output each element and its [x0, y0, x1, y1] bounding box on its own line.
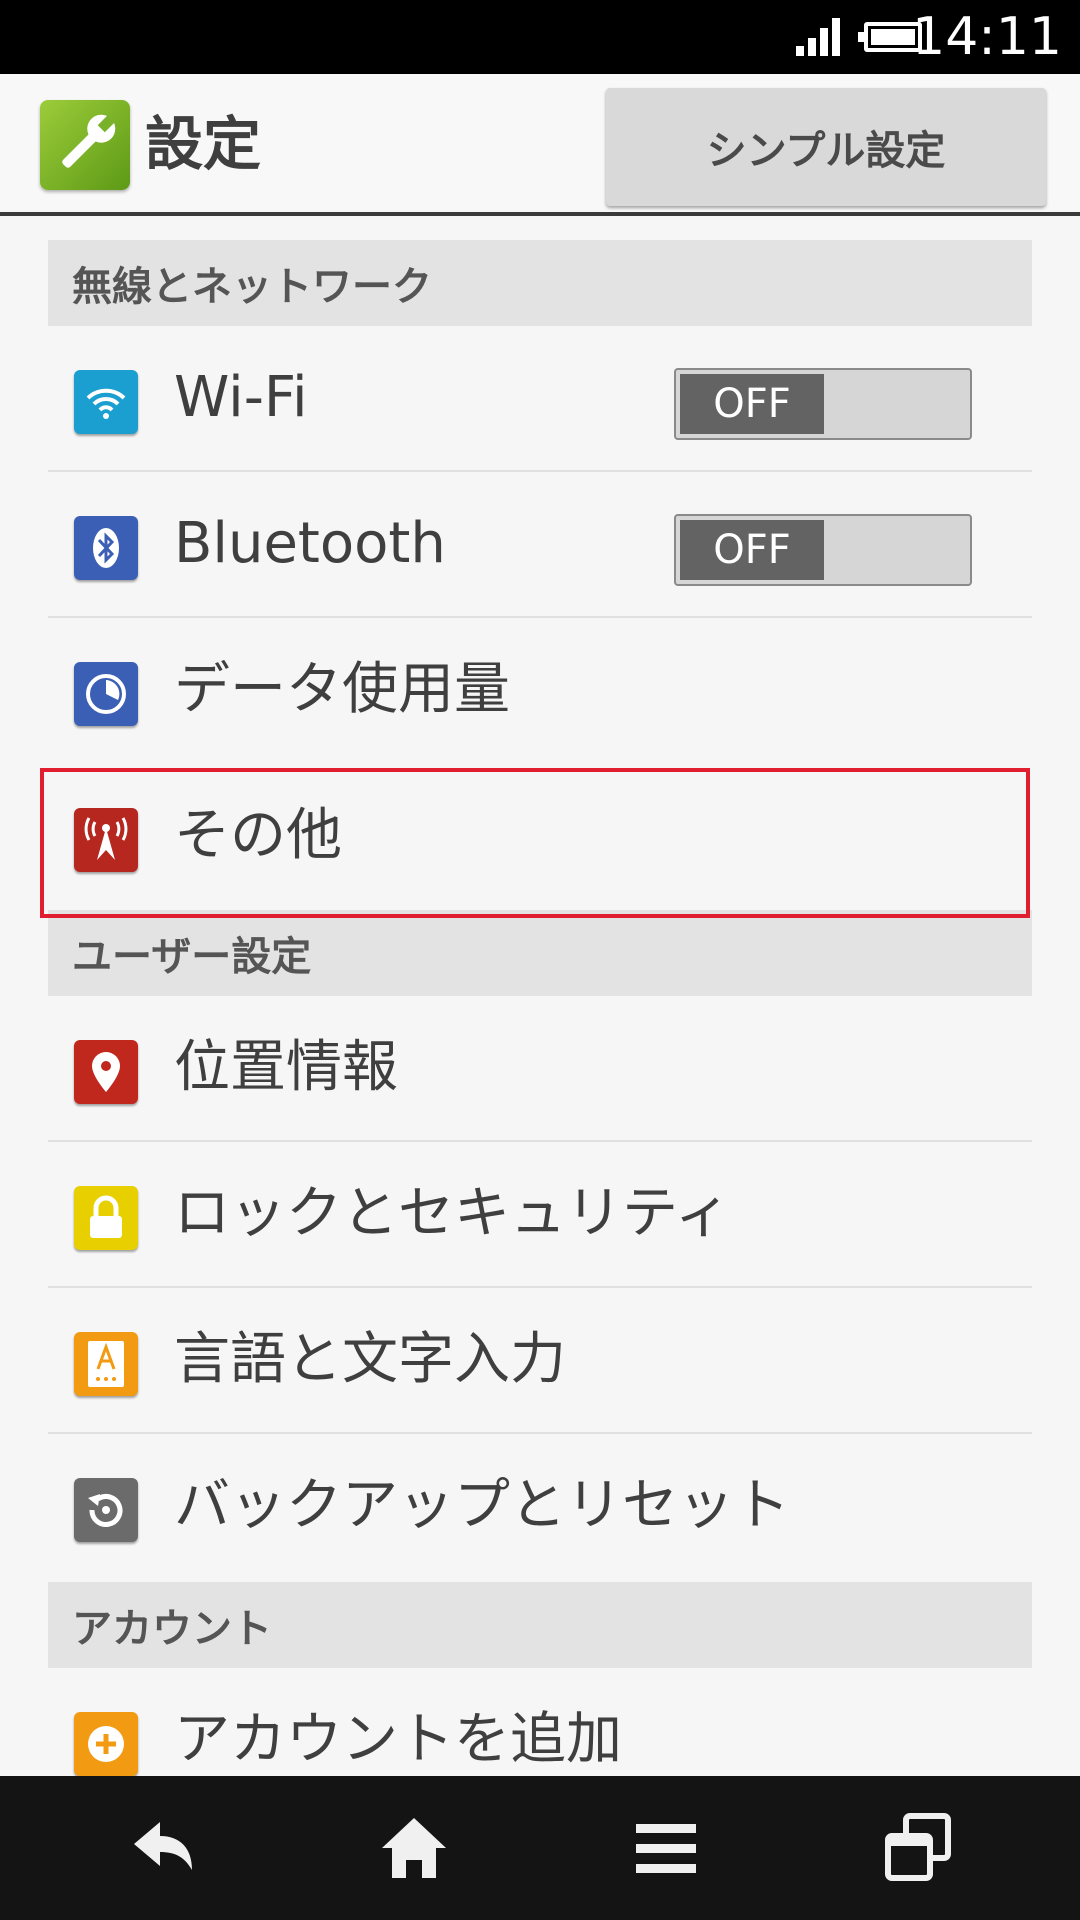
add-account-icon [74, 1712, 138, 1776]
settings-item-label: ロックとセキュリティ [174, 1181, 731, 1246]
toggle-state: OFF [680, 374, 824, 434]
settings-item-language[interactable]: 言語と文字入力 [48, 1288, 1032, 1434]
bluetooth-toggle[interactable]: OFF [674, 514, 972, 586]
settings-item-data-usage[interactable]: データ使用量 [48, 618, 1032, 764]
settings-item-label: アカウントを追加 [174, 1707, 622, 1772]
recents-icon[interactable] [878, 1808, 958, 1888]
back-icon[interactable] [122, 1808, 202, 1888]
settings-item-backup-reset[interactable]: バックアップとリセット [48, 1434, 1032, 1580]
settings-item-label: Bluetooth [174, 511, 446, 576]
location-pin-icon [74, 1040, 138, 1104]
home-icon[interactable] [374, 1808, 454, 1888]
settings-item-location[interactable]: 位置情報 [48, 996, 1032, 1142]
section-header-account: アカウント [48, 1582, 1032, 1668]
page-title: 設定 [145, 110, 262, 178]
settings-item-label: 位置情報 [174, 1035, 398, 1100]
simple-settings-button[interactable]: シンプル設定 [606, 88, 1046, 206]
wifi-icon [74, 370, 138, 434]
toggle-state: OFF [680, 520, 824, 580]
bluetooth-icon [74, 516, 138, 580]
wifi-toggle[interactable]: OFF [674, 368, 972, 440]
wrench-icon [40, 100, 130, 190]
data-usage-icon [74, 662, 138, 726]
highlight-box [40, 768, 1030, 918]
settings-item-label: Wi-Fi [174, 365, 308, 430]
settings-item-label: 言語と文字入力 [174, 1327, 566, 1392]
section-header-wireless: 無線とネットワーク [48, 240, 1032, 326]
settings-item-label: バックアップとリセット [174, 1473, 790, 1538]
language-icon [74, 1332, 138, 1396]
settings-list: 無線とネットワーク Wi-Fi OFF Bluetooth OFF データ使用量… [48, 240, 1032, 1814]
signal-icon [796, 18, 842, 56]
settings-item-bluetooth[interactable]: Bluetooth OFF [48, 472, 1032, 618]
settings-item-lock-security[interactable]: ロックとセキュリティ [48, 1142, 1032, 1288]
menu-icon[interactable] [626, 1808, 706, 1888]
section-header-user: ユーザー設定 [48, 910, 1032, 996]
status-bar: 14:11 [0, 0, 1080, 74]
clock: 14:11 [912, 7, 1062, 67]
navigation-bar [0, 1776, 1080, 1920]
settings-item-label: データ使用量 [174, 657, 510, 722]
action-bar: 設定 シンプル設定 [0, 74, 1080, 216]
lock-icon [74, 1186, 138, 1250]
backup-icon [74, 1478, 138, 1542]
settings-item-wifi[interactable]: Wi-Fi OFF [48, 326, 1032, 472]
